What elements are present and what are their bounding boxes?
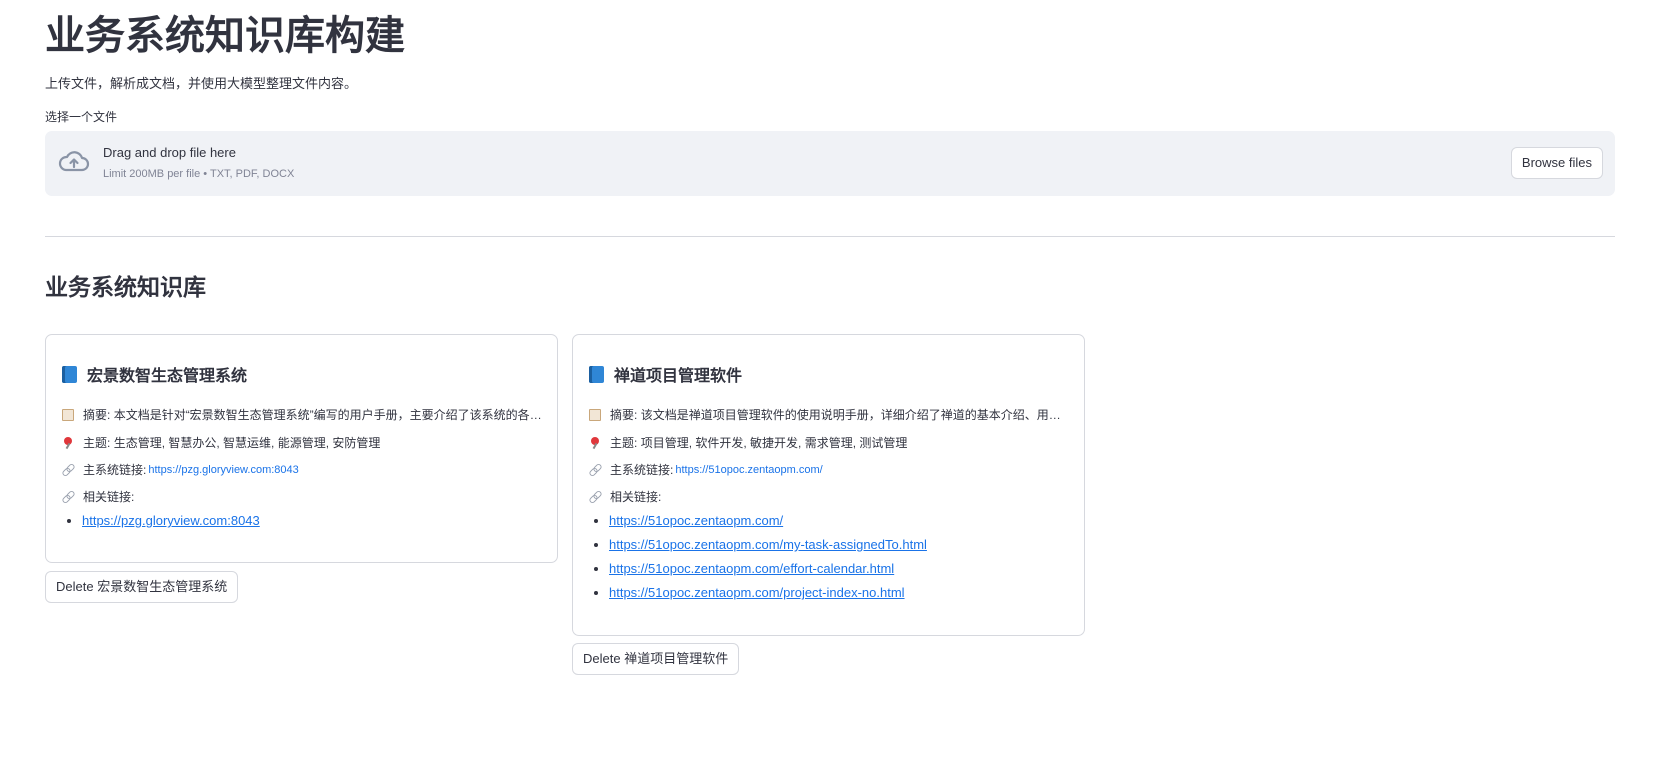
delete-system-button[interactable]: Delete 宏景数智生态管理系统 [45,571,239,603]
link-icon [62,464,74,476]
pushpin-icon [62,436,74,449]
link-icon [589,491,601,503]
main-system-link[interactable]: https://51opoc.zentaopm.com/ [675,464,822,476]
summary-text: 本文档是针对“宏景数智生态管理系统”编写的用户手册，主要介绍了该系统的各项… [113,408,542,422]
memo-icon [62,408,74,421]
list-item: https://51opoc.zentaopm.com/effort-calen… [609,557,927,581]
related-links-list: https://51opoc.zentaopm.com/ https://51o… [589,509,927,605]
browse-files-button[interactable]: Browse files [1510,147,1603,179]
book-icon [62,365,77,383]
dropzone-instruction: Drag and drop file here [103,145,236,160]
page-title: 业务系统知识库构建 [45,14,405,58]
section-title: 业务系统知识库 [45,274,206,300]
main-link-row: 主系统链接: https://51opoc.zentaopm.com/ [589,461,1069,478]
related-link[interactable]: https://51opoc.zentaopm.com/effort-calen… [609,561,894,576]
link-icon [589,464,601,476]
topic-label: 主题: [610,436,638,450]
list-item: https://51opoc.zentaopm.com/project-inde… [609,581,927,605]
uploader-label: 选择一个文件 [45,110,118,124]
card-title-text: 禅道项目管理软件 [614,368,743,385]
related-link[interactable]: https://51opoc.zentaopm.com/my-task-assi… [609,537,927,552]
divider [45,236,1615,237]
page-subtitle: 上传文件，解析成文档，并使用大模型整理文件内容。 [45,76,358,91]
topic-row: 主题: 生态管理, 智慧办公, 智慧运维, 能源管理, 安防管理 [62,434,542,451]
card-title-text: 宏景数智生态管理系统 [87,368,248,385]
dropzone-limit: Limit 200MB per file • TXT, PDF, DOCX [103,168,295,180]
memo-icon [589,408,601,421]
summary-label: 摘要: [83,408,111,422]
topic-text: 生态管理, 智慧办公, 智慧运维, 能源管理, 安防管理 [113,436,381,450]
related-link[interactable]: https://51opoc.zentaopm.com/ [609,513,783,528]
summary-row: 摘要: 本文档是针对“宏景数智生态管理系统”编写的用户手册，主要介绍了该系统的各… [62,406,542,423]
card-title: 禅道项目管理软件 [589,362,742,386]
related-link[interactable]: https://51opoc.zentaopm.com/project-inde… [609,585,905,600]
main-link-label: 主系统链接: [610,463,674,477]
link-icon [62,491,74,503]
system-card: 禅道项目管理软件 摘要: 该文档是禅道项目管理软件的使用说明手册，详细介绍了禅道… [572,334,1085,636]
pushpin-icon [589,436,601,449]
main-system-link[interactable]: https://pzg.gloryview.com:8043 [148,464,298,476]
cloud-upload-icon [58,151,90,172]
related-links-label: 相关链接: [83,490,135,504]
related-links-row: 相关链接: [589,488,1069,505]
topic-row: 主题: 项目管理, 软件开发, 敏捷开发, 需求管理, 测试管理 [589,434,1069,451]
summary-row: 摘要: 该文档是禅道项目管理软件的使用说明手册，详细介绍了禅道的基本介绍、用户角… [589,406,1069,423]
summary-text: 该文档是禅道项目管理软件的使用说明手册，详细介绍了禅道的基本介绍、用户角… [640,408,1069,422]
main-link-row: 主系统链接: https://pzg.gloryview.com:8043 [62,461,542,478]
list-item: https://51opoc.zentaopm.com/ [609,509,927,533]
related-link[interactable]: https://pzg.gloryview.com:8043 [82,513,260,528]
file-dropzone[interactable]: Drag and drop file here Limit 200MB per … [45,131,1615,196]
system-card: 宏景数智生态管理系统 摘要: 本文档是针对“宏景数智生态管理系统”编写的用户手册… [45,334,558,563]
delete-system-button[interactable]: Delete 禅道项目管理软件 [572,643,740,675]
main-link-label: 主系统链接: [83,463,147,477]
related-links-list: https://pzg.gloryview.com:8043 [62,509,260,533]
book-icon [589,365,604,383]
card-title: 宏景数智生态管理系统 [62,362,247,386]
related-links-row: 相关链接: [62,488,542,505]
list-item: https://51opoc.zentaopm.com/my-task-assi… [609,533,927,557]
related-links-label: 相关链接: [610,490,662,504]
topic-label: 主题: [83,436,111,450]
summary-label: 摘要: [610,408,638,422]
list-item: https://pzg.gloryview.com:8043 [82,509,260,533]
topic-text: 项目管理, 软件开发, 敏捷开发, 需求管理, 测试管理 [640,436,908,450]
